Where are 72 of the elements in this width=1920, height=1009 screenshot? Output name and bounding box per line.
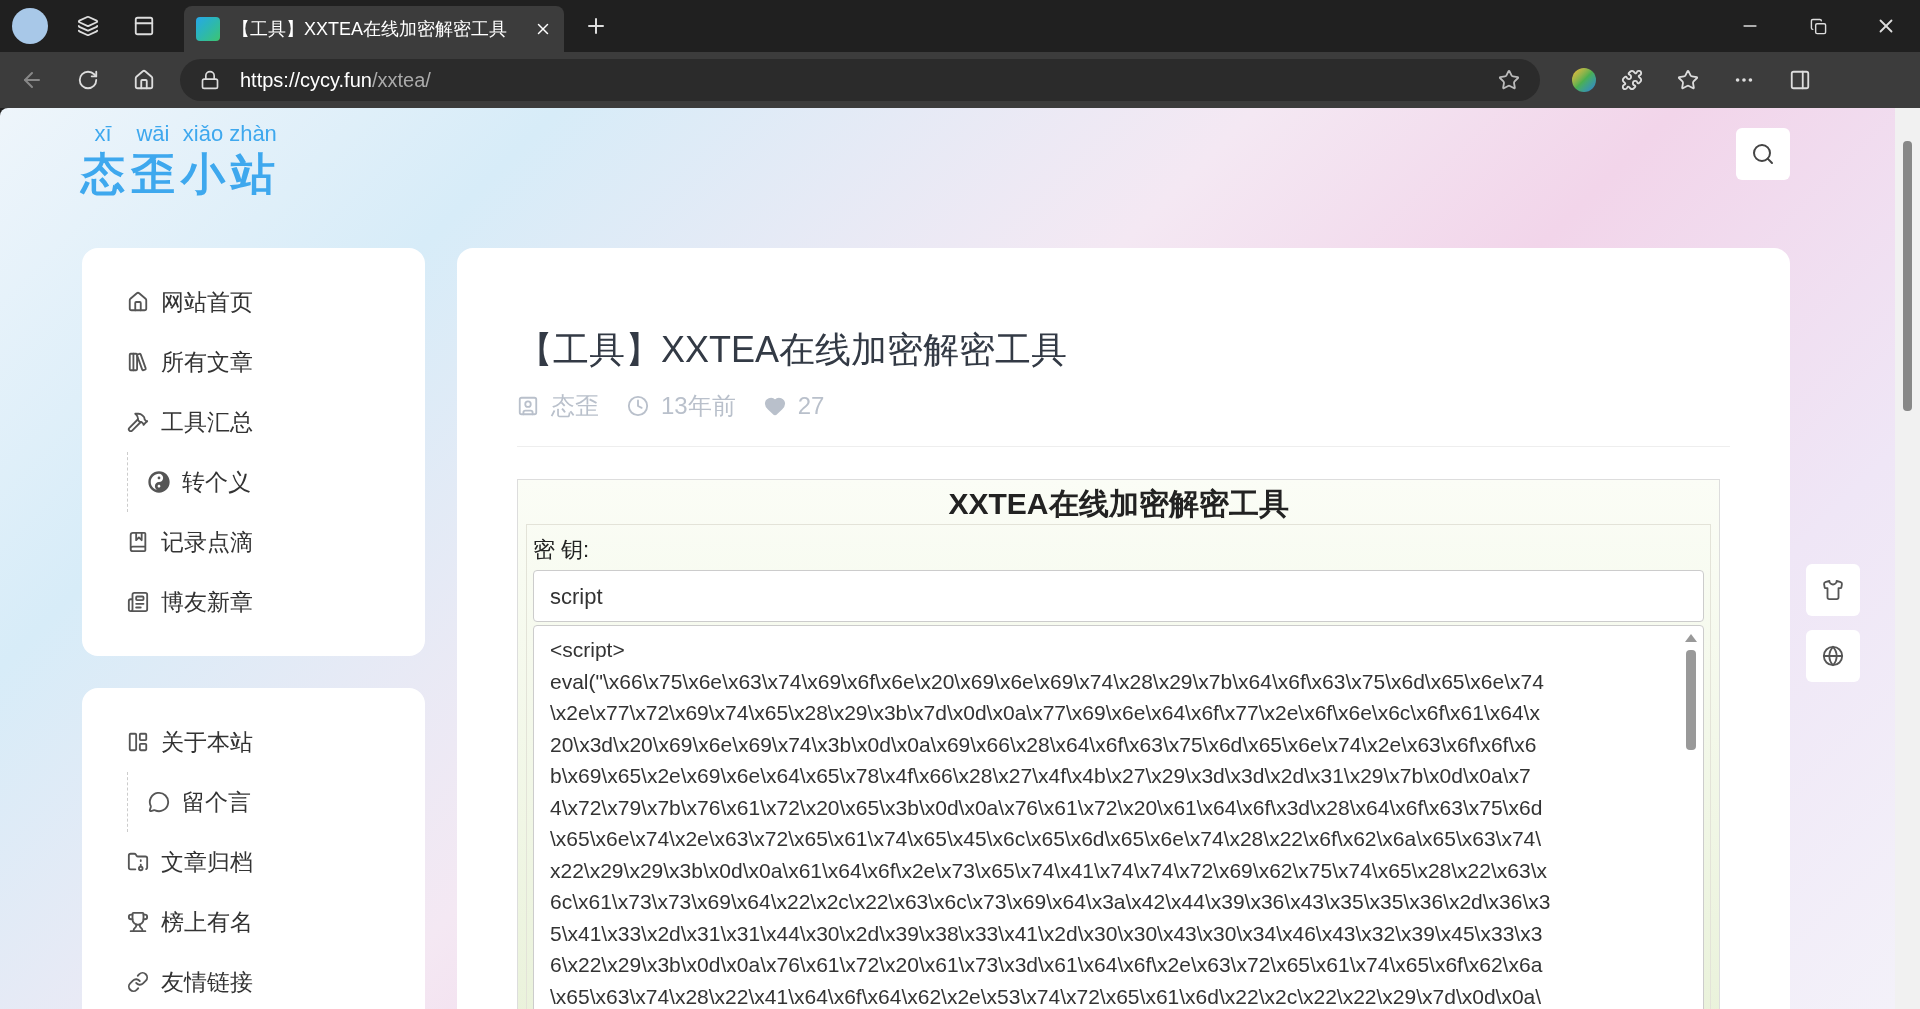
text-area[interactable] (533, 625, 1704, 1009)
nav-item[interactable]: 所有文章 (127, 332, 380, 392)
scroll-thumb[interactable] (1686, 650, 1696, 750)
tool-heading: XXTEA在线加密解密工具 (947, 486, 1290, 522)
lock-icon (200, 70, 220, 90)
notebook-icon (127, 531, 149, 553)
hammer-icon (127, 411, 149, 433)
shirt-icon (1822, 579, 1844, 601)
yin-yang-icon (148, 471, 170, 493)
house-icon (127, 291, 149, 313)
pinyin: xī (94, 120, 112, 148)
search-button[interactable] (1736, 128, 1790, 180)
text-line: b\x69\x65\x2e\x69\x6e\x64\x65\x78\x4f\x66\x28\x27\x4f\x4b\x27\x29\x3d\x3d\x2d\x31\x29\x7b\x0d\x0a\x7 (550, 763, 1531, 789)
books-icon (127, 351, 149, 373)
url-path: /xxtea/ (371, 69, 431, 91)
nav-item[interactable]: 网站首页 (127, 272, 380, 332)
nav-item[interactable]: 博友新章 (127, 572, 380, 632)
like-count: 27 (797, 391, 825, 421)
article-title: 【工具】XXTEA在线加密解密工具 (517, 328, 1069, 372)
heart-icon (763, 395, 786, 417)
nav-item[interactable]: 留个言 (128, 772, 380, 832)
user-icon (517, 395, 539, 417)
search-icon (1751, 142, 1775, 166)
nav-item[interactable]: 友情链接 (127, 952, 380, 1009)
globe-icon (1822, 645, 1844, 667)
nav-item[interactable]: 榜上有名 (127, 892, 380, 952)
url-host: https://cycy.fun (240, 69, 372, 91)
nav-item[interactable]: 关于本站 (127, 712, 380, 772)
text-line: \x65\x63\x74\x28\x22\x41\x64\x6f\x64\x62\x2e\x53\x74\x72\x65\x61\x6d\x22\x2c\x22\x22\x29\x7d\x0d\x0a\ (550, 983, 1542, 1009)
pinyin: zhàn (229, 120, 277, 148)
key-label: 密 钥: (533, 536, 591, 564)
text-line: \x2e\x77\x72\x69\x74\x65\x28\x29\x3b\x7d\x0d\x0a\x77\x69\x6e\x64\x6f\x77\x2e\x6f\x6e\x6c\x6f\x61\x64\x (550, 700, 1540, 726)
text-line: 5\x41\x33\x2d\x31\x31\x44\x30\x2d\x39\x38\x33\x41\x2d\x30\x30\x43\x30\x34\x46\x43\x32\x39\x45\x33\x3 (550, 920, 1543, 947)
folder-icon (127, 851, 149, 873)
logo-character: 歪 (131, 148, 175, 200)
post-time: 13年前 (661, 391, 736, 421)
speech-bubble-icon (148, 791, 170, 813)
scroll-up-icon[interactable] (1685, 634, 1697, 642)
text-line: 6c\x61\x73\x73\x69\x64\x22\x2c\x22\x63\x6c\x73\x69\x64\x3a\x42\x44\x39\x36\x43\x35\x35\x36\x2d\x36\x3 (550, 889, 1551, 915)
pinyin: wāi (136, 120, 170, 148)
newspaper-icon (127, 591, 149, 613)
text-line: 4\x72\x79\x7b\x76\x61\x72\x20\x65\x3b\x0d\x0a\x76\x61\x72\x20\x61\x64\x6f\x3d\x28\x64\x6f\x63\x75\x6d (550, 794, 1543, 821)
favorite-icon[interactable] (1498, 69, 1520, 91)
logo-character: 态 (81, 148, 125, 200)
nav-item[interactable]: 转个义 (128, 452, 380, 512)
logo-character: 站 (231, 148, 275, 200)
panel-icon (127, 731, 149, 753)
address-bar[interactable]: https://cycy.fun/xxtea/ (180, 59, 1540, 101)
site-favicon (196, 17, 220, 41)
text-line: x22\x29\x29\x3b\x0d\x0a\x61\x64\x6f\x2e\x73\x65\x74\x41\x74\x74\x72\x69\x62\x75\x74\x65\x28\x22\x63\x (550, 857, 1547, 884)
link-icon (127, 971, 149, 993)
nav-item[interactable]: 记录点滴 (127, 512, 380, 572)
text-line: eval("\x66\x75\x6e\x63\x74\x69\x6f\x6e\x20\x69\x6e\x69\x74\x28\x29\x7b\x64\x6f\x63\x75\x6d\x65\x6e\x74 (550, 668, 1544, 695)
pinyin: xiǎo (182, 120, 224, 148)
nav-item[interactable]: 工具汇总 (127, 392, 380, 452)
text-line: 6\x22\x29\x3b\x0d\x0a\x76\x61\x72\x20\x61\x73\x3d\x61\x64\x6f\x2e\x63\x72\x65\x61\x74\x65\x6f\x62\x6a (550, 952, 1543, 978)
clock-icon (627, 395, 649, 417)
logo-character: 小 (181, 148, 225, 200)
key-field[interactable]: script (533, 570, 1704, 622)
author: 态歪 (551, 391, 599, 421)
text-line: \x65\x6e\x74\x2e\x63\x72\x65\x61\x74\x65\x45\x6c\x65\x6d\x65\x6e\x74\x28\x22\x6f\x62\x6a\x65\x63\x74\ (550, 826, 1542, 852)
browser-tab[interactable]: 【工具】XXTEA在线加密解密工具 (184, 6, 564, 52)
trophy-icon (127, 911, 149, 933)
language-button[interactable] (1806, 630, 1860, 682)
nav-item[interactable]: 文章归档 (127, 832, 380, 892)
theme-button[interactable] (1806, 564, 1860, 616)
text-line: <script> (550, 637, 625, 663)
extension-icon[interactable] (1572, 68, 1596, 92)
profile-avatar[interactable] (12, 8, 48, 44)
text-line: 20\x3d\x20\x69\x6e\x69\x74\x3b\x0d\x0a\x69\x66\x28\x64\x6f\x63\x75\x6d\x65\x6e\x74\x2e\x63\x6f\x6f\x6 (550, 731, 1537, 758)
scroll-thumb[interactable] (1903, 141, 1912, 411)
page-scrollbar[interactable] (1895, 108, 1920, 1009)
